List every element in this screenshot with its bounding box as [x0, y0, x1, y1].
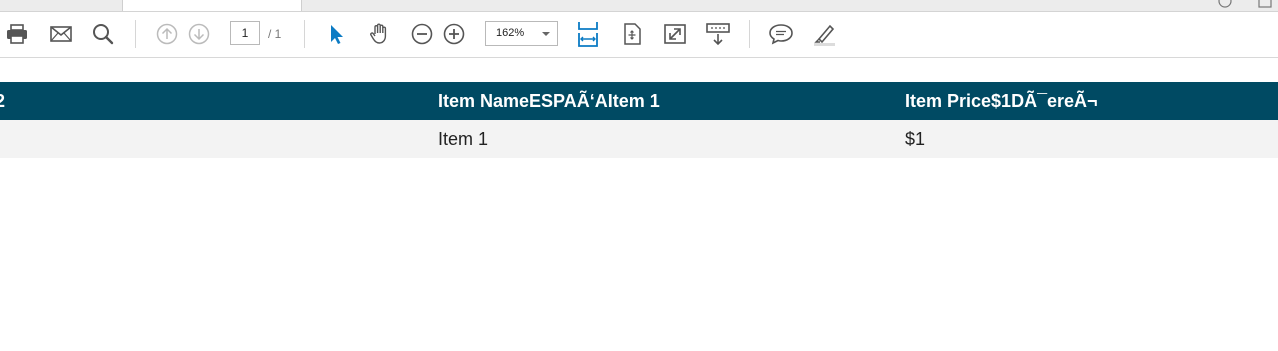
- full-screen-icon[interactable]: [662, 21, 688, 47]
- pointer-icon[interactable]: [323, 21, 349, 47]
- zoom-in-icon[interactable]: [441, 21, 467, 47]
- chevron-down-icon: [542, 32, 550, 36]
- document-table: l2 Item NameESPAÃ‘AItem 1 Item Price$1DÃ…: [0, 82, 1278, 158]
- download-icon[interactable]: [705, 21, 731, 47]
- arrow-down-circle-icon[interactable]: [186, 21, 212, 47]
- printer-icon[interactable]: [4, 21, 30, 47]
- search-icon[interactable]: [90, 21, 116, 47]
- zoom-select[interactable]: 162%: [485, 21, 558, 46]
- hand-icon[interactable]: [366, 21, 392, 47]
- arrow-up-circle-icon[interactable]: [154, 21, 180, 47]
- toolbar-separator: [135, 20, 136, 48]
- fit-width-icon[interactable]: [575, 21, 601, 47]
- page-total-label: / 1: [268, 27, 282, 41]
- highlighter-icon[interactable]: [811, 21, 837, 47]
- page-number-input[interactable]: 1: [230, 21, 260, 45]
- mail-icon[interactable]: [48, 21, 74, 47]
- document-tab[interactable]: [122, 0, 302, 11]
- table-header-cell: Item NameESPAÃ‘AItem 1: [438, 91, 660, 111]
- toolbar-separator: [749, 20, 750, 48]
- pdf-toolbar: 1 / 1 162%: [0, 12, 1278, 58]
- table-cell: Item 1: [438, 129, 489, 149]
- table-header-cell: l2: [0, 91, 6, 111]
- table-cell: $1: [905, 129, 926, 149]
- zoom-value: 162%: [496, 27, 525, 39]
- table-header-row: l2 Item NameESPAÃ‘AItem 1 Item Price$1DÃ…: [0, 82, 1278, 120]
- tab-strip: [0, 0, 1278, 12]
- toolbar-separator: [304, 20, 305, 48]
- window-icon[interactable]: [1258, 0, 1272, 8]
- table-header-cell: Item Price$1DÃ¯ereÃ¬: [905, 91, 1098, 111]
- help-icon[interactable]: [1218, 0, 1232, 8]
- comment-icon[interactable]: [768, 21, 794, 47]
- table-row: Item 1 $1: [0, 120, 1278, 158]
- zoom-out-icon[interactable]: [409, 21, 435, 47]
- fit-page-icon[interactable]: [619, 21, 645, 47]
